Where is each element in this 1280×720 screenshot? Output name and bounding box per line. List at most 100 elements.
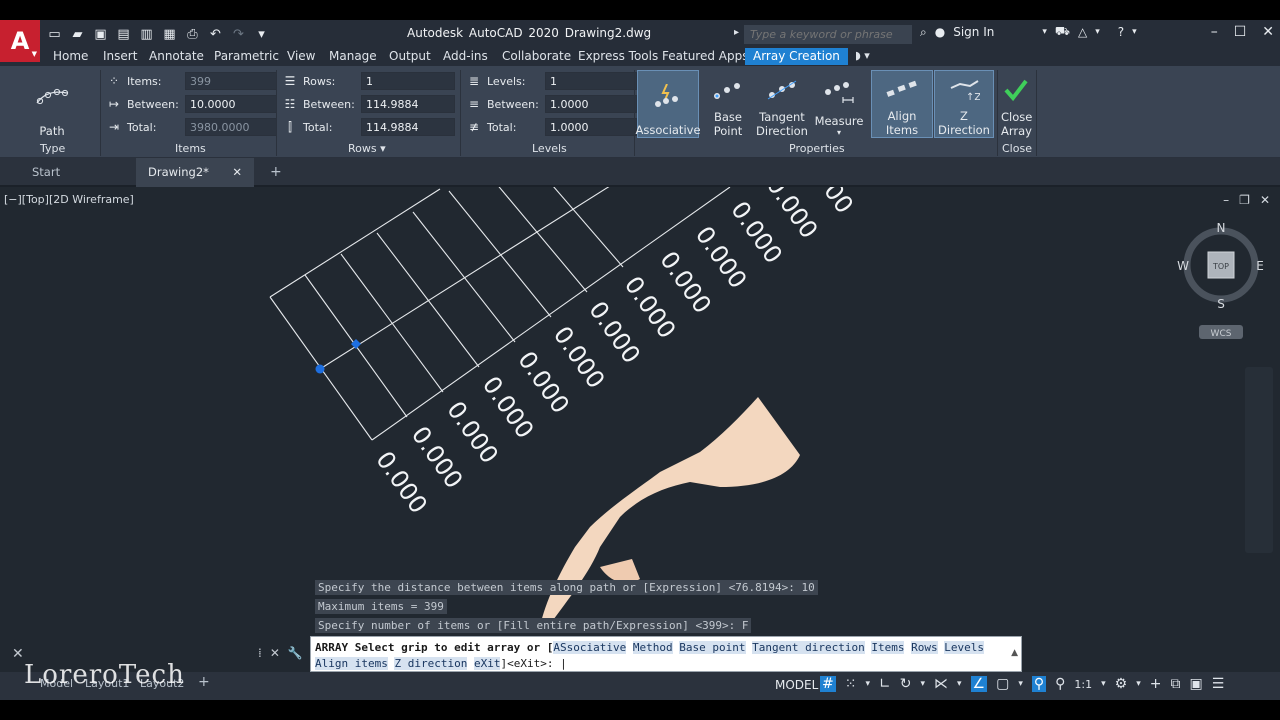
chevron-down-icon[interactable]: ▾ [1132,27,1137,37]
hardware-acceleration-icon[interactable]: ▣ [1189,676,1202,692]
tab-drawing2[interactable]: Drawing2* ✕ [136,158,254,187]
add-layout-plus-icon[interactable]: + [198,674,210,690]
object-snap-icon[interactable]: ▢ [996,676,1009,692]
gear-icon[interactable]: ⚙ [1115,676,1128,692]
array-item-line[interactable] [448,190,552,318]
chevron-down-icon[interactable]: ▾ [1018,679,1023,689]
plot-icon[interactable]: ▦ [161,26,178,43]
tab-add-ins[interactable]: Add-ins [443,49,488,63]
snap-icon[interactable]: ⁙ [845,676,857,692]
array-outer-edge[interactable] [269,188,441,298]
customize-qat-icon[interactable]: ▾ [253,26,270,43]
rows-count-field[interactable] [361,72,455,90]
save-icon[interactable]: ▣ [92,26,109,43]
plus-icon[interactable]: + [1150,676,1162,692]
chevron-down-icon[interactable]: ▾ [1095,27,1100,37]
measure-button[interactable]: Measure ▾ [812,70,866,138]
levels-count-field[interactable] [545,72,637,90]
chevron-down-icon[interactable]: ▾ [920,679,925,689]
compass-n[interactable]: N [1217,221,1226,235]
items-total-field[interactable] [185,118,277,136]
grip-point[interactable] [315,364,325,374]
viewcube[interactable]: TOP N S E W WCS [1176,219,1266,349]
command-option[interactable]: Z direction [394,657,468,670]
drawing-viewport[interactable]: 0.000 0.000 0.000 0.000 0.000 0.000 0.000 0.000… [0,187,1280,672]
wrench-icon[interactable]: 🔧 [288,646,303,660]
chevron-down-icon[interactable]: ▾ [1042,27,1047,37]
new-tab-plus-icon[interactable]: + [258,158,282,187]
restore-icon[interactable]: ❐ [1239,193,1250,207]
minimize-icon[interactable]: – [1223,193,1229,207]
chevron-down-icon[interactable]: ▾ [957,679,962,689]
chevron-up-icon[interactable]: ▲ [1011,648,1018,658]
levels-between-field[interactable] [545,95,637,113]
close-array-button[interactable]: Close Array [999,70,1033,138]
command-line-input[interactable]: ARRAY Select grip to edit array or [ASso… [310,636,1022,672]
close-icon[interactable]: ✕ [232,158,242,187]
maximize-icon[interactable]: ☐ [1234,24,1247,40]
cart-icon[interactable]: ⛟ [1055,24,1070,40]
base-point-button[interactable]: Base Point [700,70,756,138]
help-search-input[interactable] [744,25,912,44]
ortho-icon[interactable]: ∟ [879,676,891,692]
chevron-down-icon[interactable]: ▾ [1101,679,1106,689]
customize-menu-icon[interactable]: ☰ [1212,676,1225,692]
tab-parametric[interactable]: Parametric [214,49,279,63]
undo-icon[interactable]: ↶ [207,26,224,43]
wcs-menu[interactable]: WCS [1211,329,1232,339]
panel-title-rows[interactable]: Rows ▾ [348,142,386,155]
new-file-icon[interactable]: ▭ [46,26,63,43]
auto-scale-icon[interactable]: ⚲ [1055,676,1065,692]
printer-icon[interactable]: ⎙ [184,26,201,43]
close-icon[interactable]: ✕ [270,646,280,660]
command-option[interactable]: eXit [473,657,501,670]
isodraft-icon[interactable]: ⋉ [934,676,948,692]
model-space-button[interactable]: MODEL [775,678,818,692]
chevron-down-icon[interactable]: ▾ [1136,679,1141,689]
minimize-icon[interactable]: – [1211,24,1218,40]
tangent-direction-button[interactable]: Tangent Direction [756,70,808,138]
items-count-field[interactable] [185,72,277,90]
sign-in-link[interactable]: Sign In [953,25,994,39]
command-option[interactable]: Items [871,641,905,654]
array-item-line[interactable] [340,253,444,393]
array-item-line[interactable] [521,187,624,268]
annotation-visibility-icon[interactable]: ⚲ [1031,676,1047,692]
open-folder-icon[interactable]: ▰ [69,26,86,43]
command-option[interactable]: Tangent direction [752,641,865,654]
viewcube-top-face[interactable]: TOP [1212,262,1229,271]
drawing-canvas[interactable]: 0.0000.0000.0000.0000.0000.0000.0000.000… [0,187,1280,672]
z-direction-button[interactable]: ↑Z Z Direction [934,70,994,138]
items-between-field[interactable] [185,95,277,113]
rows-between-field[interactable] [361,95,455,113]
tab-manage[interactable]: Manage [329,49,377,63]
viewport-controls-label[interactable]: [−][Top][2D Wireframe] [4,193,134,206]
compass-s[interactable]: S [1217,297,1225,311]
tab-annotate[interactable]: Annotate [149,49,204,63]
array-item-line[interactable] [376,232,480,368]
command-option[interactable]: Levels [944,641,984,654]
object-snap-tracking-icon[interactable]: ∠ [970,676,988,692]
redo-icon[interactable]: ↷ [230,26,247,43]
save-as-icon[interactable]: ▤ [115,26,132,43]
application-menu-button[interactable]: A ▼ [0,20,40,62]
command-option[interactable]: Rows [911,641,938,654]
levels-total-field[interactable] [545,118,637,136]
array-item-line[interactable] [412,211,516,343]
tab-collaborate[interactable]: Collaborate [502,49,571,63]
command-option[interactable]: ASsociative [553,641,627,654]
help-icon[interactable]: ? [1118,25,1124,39]
save-to-web-icon[interactable]: ▥ [138,26,155,43]
align-items-button[interactable]: Align Items [871,70,933,138]
tab-start[interactable]: Start [20,158,135,187]
grip-handle-icon[interactable]: ⁞ [258,646,262,660]
autodesk-a360-icon[interactable]: △ [1078,25,1087,39]
compass-e[interactable]: E [1256,259,1264,273]
rows-total-field[interactable] [361,118,455,136]
path-type-button[interactable]: Path [26,70,78,138]
close-icon[interactable]: ✕ [1260,193,1270,207]
associative-button[interactable]: Associative [635,70,701,138]
grid-icon[interactable]: # [820,676,836,692]
navigation-bar[interactable] [1245,367,1273,553]
tab-view[interactable]: View [287,49,315,63]
